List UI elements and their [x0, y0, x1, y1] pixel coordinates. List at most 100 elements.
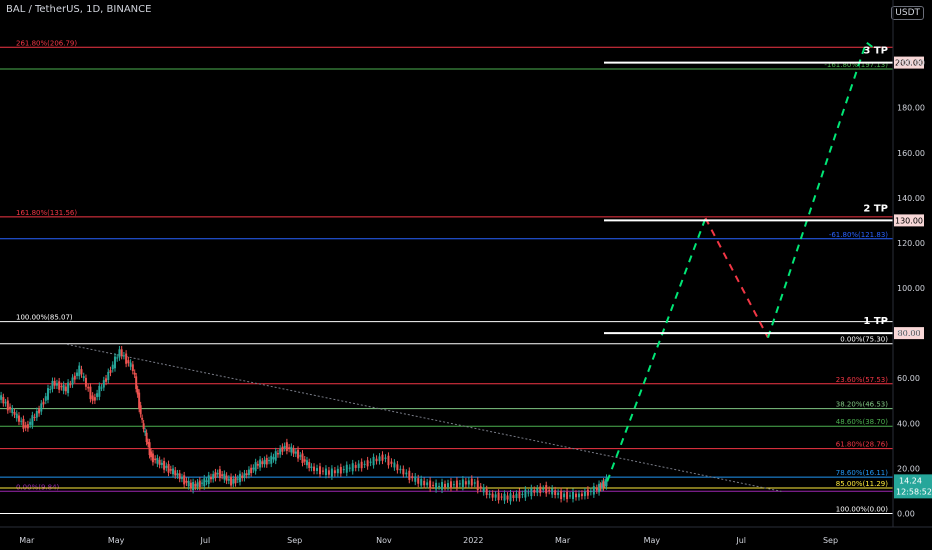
candle-body — [207, 475, 210, 485]
candle-body — [283, 445, 286, 449]
candle-body — [372, 456, 375, 466]
candle-body — [87, 386, 90, 389]
candle-body — [551, 488, 554, 495]
candle-body — [321, 470, 324, 472]
candle-body — [381, 454, 384, 461]
candle-body — [6, 400, 9, 411]
candle-body — [583, 491, 586, 497]
fib-level-label: 0.00%(9.84) — [16, 483, 60, 491]
candle-body — [109, 370, 112, 373]
candle-body — [263, 459, 266, 465]
candle-body — [205, 480, 208, 482]
candle-body — [506, 495, 509, 500]
bar-countdown-label: 12:58:52 — [896, 487, 932, 496]
candle-body — [24, 425, 27, 428]
candle-body — [238, 473, 241, 483]
candle-body — [135, 376, 138, 390]
candle-body — [15, 413, 18, 419]
candle-body — [452, 484, 455, 486]
candle-body — [342, 469, 345, 471]
candle-body — [348, 467, 351, 469]
fib-level-label: -61.80%(121.83) — [829, 231, 888, 239]
candle-body — [351, 463, 354, 472]
candle-body — [53, 380, 56, 386]
candle-body — [327, 470, 330, 475]
candle-body — [384, 457, 387, 459]
candle-body — [330, 468, 333, 477]
candle-body — [250, 467, 253, 474]
candle-body — [566, 491, 569, 500]
candle-body — [303, 459, 306, 462]
candle-body — [318, 466, 321, 475]
candle-body — [265, 458, 268, 465]
candle-body — [0, 395, 3, 400]
candle-body — [176, 473, 179, 476]
candle-body — [64, 386, 67, 392]
candle-body — [167, 464, 170, 473]
candle-body — [485, 489, 488, 495]
candle-body — [390, 461, 393, 464]
candle-body — [482, 487, 485, 493]
x-tick-label: Mar — [555, 536, 571, 545]
candle-body — [270, 455, 273, 464]
candle-body — [268, 460, 271, 462]
fib-level-label: 0.00%(75.30) — [840, 336, 888, 344]
fib-level-label: 48.60%(38.70) — [836, 418, 888, 426]
chart-canvas[interactable]: 261.80%(206.79) 161.80%(131.56) 100.00%(85… — [0, 0, 932, 550]
candle-body — [515, 493, 518, 498]
y-tick-label: 200.00 — [897, 59, 925, 68]
candle-body — [572, 491, 575, 500]
candle-body — [172, 468, 175, 475]
candle-body — [29, 421, 32, 425]
fib-level-label: 100.00%(0.00) — [836, 505, 888, 513]
candle-body — [488, 493, 491, 495]
x-tick-label: Jul — [735, 536, 746, 545]
candle-body — [509, 493, 512, 502]
fib-level-label: 100.00%(85.07) — [16, 314, 73, 322]
candle-body — [333, 470, 336, 474]
fib-level-label: 61.80%(28.76) — [836, 441, 888, 449]
candle-body — [13, 412, 16, 415]
candle-body — [84, 377, 87, 387]
candle-body — [288, 447, 291, 449]
candle-body — [230, 476, 233, 486]
candle-body — [245, 473, 248, 476]
candle-body — [139, 405, 142, 415]
candle-body — [366, 460, 369, 467]
candle-body — [524, 489, 527, 498]
candle-body — [420, 479, 423, 486]
trendline — [66, 343, 782, 492]
x-tick-label: Nov — [376, 536, 392, 545]
fib-level-label: 23.60%(57.53) — [836, 376, 888, 384]
target-price-label: 130.00 — [895, 216, 923, 225]
candle-body — [399, 468, 402, 471]
candle-body — [127, 360, 130, 364]
candle-body — [435, 482, 438, 490]
candle-body — [557, 492, 560, 495]
candle-body — [236, 478, 239, 480]
candle-body — [46, 388, 49, 400]
candle-body — [598, 483, 601, 493]
candle-body — [142, 423, 145, 429]
y-tick-label: 20.00 — [897, 464, 920, 473]
y-tick-label: 120.00 — [897, 239, 925, 248]
candle-body — [580, 493, 583, 497]
candle-body — [530, 488, 533, 497]
candle-body — [163, 461, 166, 470]
candle-body — [201, 482, 204, 484]
y-tick-label: 40.00 — [897, 419, 920, 428]
candle-body — [232, 478, 235, 484]
candle-body — [360, 461, 363, 469]
candle-body — [336, 468, 339, 474]
candle-body — [595, 487, 598, 491]
candle-body — [503, 493, 506, 501]
candle-body — [241, 475, 244, 479]
candle-body — [212, 474, 215, 480]
candle-body — [156, 458, 159, 464]
candle-body — [316, 468, 319, 471]
candle-body — [518, 491, 521, 499]
target-label: 1 TP — [863, 316, 888, 327]
candle-body — [299, 455, 302, 457]
candle-body — [461, 479, 464, 488]
projection-path — [606, 40, 876, 482]
